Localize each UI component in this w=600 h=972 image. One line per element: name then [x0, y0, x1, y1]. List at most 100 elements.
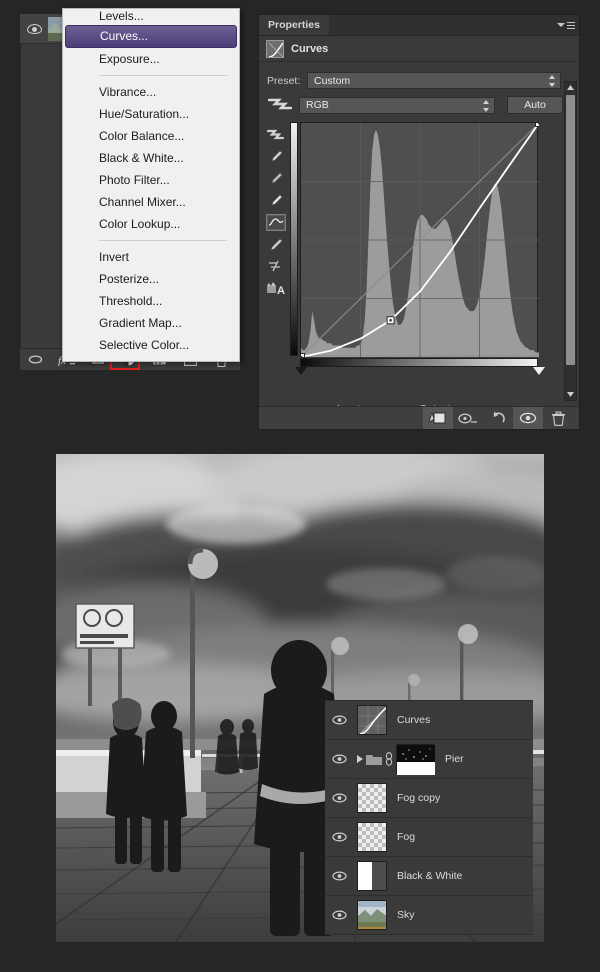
layer-name: Fog — [397, 831, 416, 843]
draw-pencil-icon[interactable] — [266, 236, 286, 253]
layer-row[interactable]: Fog copy — [325, 779, 533, 818]
properties-scrollbar[interactable] — [564, 81, 577, 401]
layer-thumbnail[interactable] — [357, 822, 387, 852]
curve-editor-area: A — [259, 119, 579, 375]
layer-row[interactable]: Sky — [325, 896, 533, 935]
menu-item-vibrance[interactable]: Vibrance... — [63, 81, 239, 103]
menu-item-label: Color Balance... — [99, 129, 185, 143]
expand-group-arrow-icon[interactable] — [357, 755, 363, 763]
curve-control-point-center — [389, 319, 392, 322]
on-image-adjust-icon[interactable] — [267, 96, 293, 114]
chevron-down-icon — [557, 23, 565, 27]
layer-row[interactable]: Curves — [325, 701, 533, 740]
layer-visibility-icon[interactable] — [325, 715, 353, 725]
folder-icon[interactable] — [366, 753, 382, 766]
menu-item-threshold[interactable]: Threshold... — [63, 290, 239, 312]
link-mask-icon[interactable] — [385, 752, 393, 766]
white-point-eyedropper-icon[interactable] — [266, 192, 286, 209]
black-point-eyedropper-icon[interactable] — [266, 148, 286, 165]
menu-item-black-white[interactable]: Black & White... — [63, 147, 239, 169]
smooth-curve-icon[interactable] — [266, 258, 286, 275]
properties-panel: Properties Curves Preset: Custom RGB Aut… — [258, 14, 580, 430]
layer-visibility-icon[interactable] — [325, 793, 353, 803]
menu-item-color-balance[interactable]: Color Balance... — [63, 125, 239, 147]
curve-display-options-icon[interactable]: A — [266, 280, 286, 297]
menu-item-color-lookup[interactable]: Color Lookup... — [63, 213, 239, 235]
preset-value: Custom — [314, 74, 351, 87]
layer-name: Sky — [397, 909, 415, 921]
curve-tools-column: A — [265, 122, 287, 297]
layer-name: Fog copy — [397, 792, 441, 804]
output-gradient-bar — [290, 122, 298, 356]
layer-thumbnail-zone — [353, 783, 397, 813]
layer-row[interactable]: Black & White — [325, 857, 533, 896]
layer-row[interactable]: Fog — [325, 818, 533, 857]
menu-item-posterize[interactable]: Posterize... — [63, 268, 239, 290]
tab-properties-label: Properties — [268, 19, 320, 31]
menu-item-label: Color Lookup... — [99, 217, 181, 231]
channel-row: RGB Auto — [259, 93, 579, 117]
hamburger-icon — [567, 20, 575, 31]
menu-separator — [99, 240, 227, 241]
layer-thumbnail[interactable] — [357, 705, 387, 735]
layer-visibility-icon[interactable] — [325, 871, 353, 881]
menu-item-levels[interactable]: Levels... — [63, 11, 239, 25]
layer-row[interactable]: Pier — [325, 740, 533, 779]
preset-select[interactable]: Custom — [307, 72, 561, 89]
layer-visibility-icon[interactable] — [325, 754, 353, 764]
auto-button[interactable]: Auto — [507, 96, 563, 114]
toggle-layer-visibility-icon[interactable] — [513, 407, 543, 429]
scroll-down-arrow-icon[interactable] — [565, 389, 576, 400]
menu-item-selective-color[interactable]: Selective Color... — [63, 334, 239, 356]
curve-control-point-center — [537, 121, 541, 125]
clip-to-layer-icon[interactable] — [423, 407, 453, 429]
on-image-adjust-icon[interactable] — [266, 126, 286, 143]
tab-properties[interactable]: Properties — [259, 15, 329, 35]
channel-select[interactable]: RGB — [299, 96, 495, 114]
menu-item-photo-filter[interactable]: Photo Filter... — [63, 169, 239, 191]
menu-item-gradient-map[interactable]: Gradient Map... — [63, 312, 239, 334]
menu-item-hue-saturation[interactable]: Hue/Saturation... — [63, 103, 239, 125]
gray-point-eyedropper-icon[interactable] — [266, 170, 286, 187]
layer-thumbnail-zone — [353, 705, 397, 735]
menu-separator — [99, 75, 227, 76]
curve-graph[interactable] — [297, 119, 543, 361]
black-point-slider[interactable] — [295, 367, 307, 375]
menu-item-label: Curves... — [100, 29, 149, 43]
menu-item-label: Exposure... — [99, 52, 160, 66]
curve-plot — [297, 119, 543, 361]
layer-thumbnail[interactable] — [357, 900, 387, 930]
panel-menu-icon[interactable] — [557, 19, 575, 31]
preset-row: Preset: Custom — [259, 68, 579, 93]
scroll-up-arrow-icon[interactable] — [565, 82, 576, 93]
link-layers-icon[interactable] — [20, 349, 51, 371]
menu-item-invert[interactable]: Invert — [63, 246, 239, 268]
menu-item-label: Threshold... — [99, 294, 163, 308]
scrollbar-thumb[interactable] — [566, 95, 575, 365]
properties-tab-bar: Properties — [259, 15, 579, 36]
preset-label: Preset: — [267, 74, 301, 87]
menu-item-label: Hue/Saturation... — [99, 107, 190, 121]
layer-mask-thumbnail[interactable] — [396, 744, 435, 775]
layer-thumbnail[interactable] — [357, 861, 387, 891]
white-point-slider[interactable] — [533, 367, 545, 375]
layer-visibility-icon[interactable] — [325, 910, 353, 920]
layer-visibility-icon[interactable] — [325, 832, 353, 842]
menu-item-channel-mixer[interactable]: Channel Mixer... — [63, 191, 239, 213]
view-previous-state-icon[interactable] — [453, 407, 483, 429]
menu-item-curves[interactable]: Curves... — [65, 25, 237, 48]
menu-item-label: Invert — [99, 250, 130, 264]
layers-panel: Curves Pier Fog copy Fog Black & White Sky — [325, 700, 533, 935]
spinner-icon — [548, 75, 555, 87]
layer-thumbnail[interactable] — [357, 783, 387, 813]
menu-item-exposure[interactable]: Exposure... — [63, 48, 239, 70]
menu-item-label: Vibrance... — [99, 85, 157, 99]
menu-item-label: Photo Filter... — [99, 173, 170, 187]
layer-name: Pier — [445, 753, 464, 765]
reset-adjustment-icon[interactable] — [483, 407, 513, 429]
layer-visibility-icon[interactable] — [20, 14, 48, 44]
curve-pencil-icon[interactable] — [266, 214, 286, 231]
delete-adjustment-layer-icon[interactable] — [543, 407, 573, 429]
menu-item-label: Selective Color... — [99, 338, 190, 352]
new-adjustment-layer-menu[interactable]: Levels... Curves... Exposure... Vibrance...… — [62, 8, 240, 362]
